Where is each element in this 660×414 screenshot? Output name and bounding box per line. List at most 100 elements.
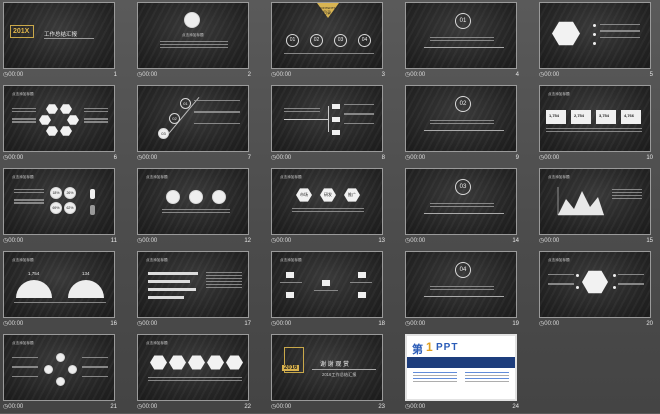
icon-box [286, 272, 294, 278]
text-placeholder [600, 24, 640, 40]
area-chart [557, 187, 604, 216]
slide-header: 点击添加标题 [12, 175, 34, 179]
text-placeholder [618, 274, 644, 286]
text-placeholder [12, 357, 38, 379]
slide-thumbnail-14[interactable]: 03 00:00 14 [402, 166, 536, 248]
slide-thumbnail-12[interactable]: 点击添加标题 00:00 12 [134, 166, 268, 248]
icon-box [286, 292, 294, 298]
gauge-chart [68, 280, 104, 298]
banner [407, 357, 515, 368]
text-placeholder [430, 286, 494, 292]
slide-thumbnail-17[interactable]: 点击添加标题 00:00 17 [134, 249, 268, 331]
slide-preview[interactable]: 点击添加标题 [137, 2, 249, 69]
slide-preview[interactable]: 03 [405, 168, 517, 235]
text-placeholder [160, 41, 228, 50]
slide-thumbnail-1[interactable]: 201X 工作总结汇报 00:00 1 [0, 0, 134, 82]
section-circle: 02 [455, 96, 471, 112]
slide-sorter-grid: 201X 工作总结汇报 00:00 1 点击添加标题 00:00 2 CONTENT… [0, 0, 660, 413]
slide-preview[interactable]: 第 1 PPT [405, 334, 517, 401]
slide-thumbnail-7[interactable]: 01 02 03 00:00 7 [134, 83, 268, 165]
text-placeholder [162, 209, 230, 215]
slide-thumbnail-13[interactable]: 点击添加标题 市场 研发 推广 00:00 13 [268, 166, 402, 248]
slide-preview[interactable]: 点击添加标题 1,754 134 [3, 251, 115, 318]
slide-thumbnail-9[interactable]: 02 00:00 9 [402, 83, 536, 165]
slide-thumbnail-5[interactable]: 00:00 5 [536, 0, 660, 82]
slide-preview[interactable]: 201X 工作总结汇报 [3, 2, 115, 69]
item-circle-4: 04 [358, 34, 371, 47]
slide-preview[interactable]: 点击添加标题 [137, 168, 249, 235]
slide-preview[interactable]: CONTENTS 目录 01 02 03 04 [271, 2, 383, 69]
item-circle-1: 01 [180, 98, 191, 109]
slide-thumbnail-4[interactable]: 01 00:00 4 [402, 0, 536, 82]
slide-timing: 00:00 [137, 70, 157, 80]
slide-timing: 00:00 [271, 153, 291, 163]
slide-preview[interactable]: 04 [405, 251, 517, 318]
slide-thumbnail-23[interactable]: 2016 谢 谢 观 赏 2016工作总结汇报 00:00 23 [268, 332, 402, 414]
slide-number: 7 [247, 155, 251, 161]
slide-timing: 00:00 [3, 402, 23, 412]
slide-header: 点击添加标题 [548, 92, 570, 96]
slide-preview[interactable]: 01 [405, 2, 517, 69]
section-circle: 04 [455, 262, 471, 278]
slide-header: 点击添加标题 [182, 33, 204, 37]
slide-thumbnail-24[interactable]: 第 1 PPT 00:00 24 [402, 332, 536, 414]
slide-thumbnail-10[interactable]: 点击添加标题 1,754 2,754 3,754 4,766 00:00 10 [536, 83, 660, 165]
slide-thumbnail-22[interactable]: 点击添加标题 00:00 22 [134, 332, 268, 414]
slide-thumbnail-15[interactable]: 点击添加标题 00:00 15 [536, 166, 660, 248]
slide-preview[interactable]: 点击添加标题 [539, 251, 651, 318]
slide-thumbnail-19[interactable]: 04 00:00 19 [402, 249, 536, 331]
slide-thumbnail-2[interactable]: 点击添加标题 00:00 2 [134, 0, 268, 82]
item-circle-1: 01 [286, 34, 299, 47]
slide-header: 点击添加标题 [146, 258, 168, 262]
text-placeholder [206, 272, 242, 290]
slide-header: 点击添加标题 [12, 341, 34, 345]
text-placeholder [284, 108, 320, 114]
slide-subtitle: 2016工作总结汇报 [322, 372, 357, 377]
slide-thumbnail-16[interactable]: 点击添加标题 1,754 134 00:00 16 [0, 249, 134, 331]
slide-preview[interactable]: 点击添加标题 [3, 334, 115, 401]
icon-circle [56, 377, 65, 386]
slide-preview[interactable]: 点击添加标题 [3, 85, 115, 152]
logo-prefix: 第 [412, 344, 423, 356]
slide-number: 22 [244, 404, 251, 410]
hex-icon [39, 115, 51, 125]
slide-thumbnail-3[interactable]: CONTENTS 目录 01 02 03 04 00:00 3 [268, 0, 402, 82]
divider [424, 213, 504, 214]
slide-timing: 00:00 [137, 236, 157, 246]
slide-thumbnail-20[interactable]: 点击添加标题 00:00 20 [536, 249, 660, 331]
slide-preview[interactable]: 点击添加标题 市场 研发 推广 [271, 168, 383, 235]
slide-preview[interactable]: 点击添加标题 [539, 168, 651, 235]
slide-preview[interactable]: 点击添加标题 18% 26% 69% 62% [3, 168, 115, 235]
stat-value: 1,754 [549, 113, 560, 118]
slide-preview[interactable]: 点击添加标题 [137, 251, 249, 318]
slide-preview[interactable] [271, 85, 383, 152]
bullet-icon [613, 274, 616, 277]
hex-icon [60, 126, 72, 136]
settings-icon [212, 190, 226, 204]
slide-number: 20 [646, 321, 653, 327]
slide-thumbnail-11[interactable]: 点击添加标题 18% 26% 69% 62% 00:00 11 [0, 166, 134, 248]
slide-title: 目录 [323, 10, 331, 15]
connector-line [284, 119, 328, 120]
slide-preview[interactable]: 01 02 03 [137, 85, 249, 152]
slide-number: 5 [649, 72, 653, 78]
text-placeholder [465, 372, 509, 384]
gauge-value: 134 [82, 271, 90, 276]
slide-preview[interactable]: 点击添加标题 [137, 334, 249, 401]
slide-thumbnail-21[interactable]: 点击添加标题 00:00 21 [0, 332, 134, 414]
text-placeholder [546, 128, 642, 134]
slide-thumbnail-18[interactable]: 点击添加标题 00:00 18 [268, 249, 402, 331]
slide-timing: 00:00 [3, 153, 23, 163]
slide-preview[interactable]: 2016 谢 谢 观 赏 2016工作总结汇报 [271, 334, 383, 401]
slide-preview[interactable]: 点击添加标题 1,754 2,754 3,754 4,766 [539, 85, 651, 152]
slide-preview[interactable] [539, 2, 651, 69]
item-circle-2: 02 [310, 34, 323, 47]
slide-number: 8 [381, 155, 385, 161]
slide-thumbnail-6[interactable]: 点击添加标题 00:00 6 [0, 83, 134, 165]
text-placeholder [14, 189, 44, 205]
slide-timing: 00:00 [271, 70, 291, 80]
slide-title: 201X [13, 28, 30, 35]
slide-preview[interactable]: 02 [405, 85, 517, 152]
slide-preview[interactable]: 点击添加标题 [271, 251, 383, 318]
slide-thumbnail-8[interactable]: 00:00 8 [268, 83, 402, 165]
